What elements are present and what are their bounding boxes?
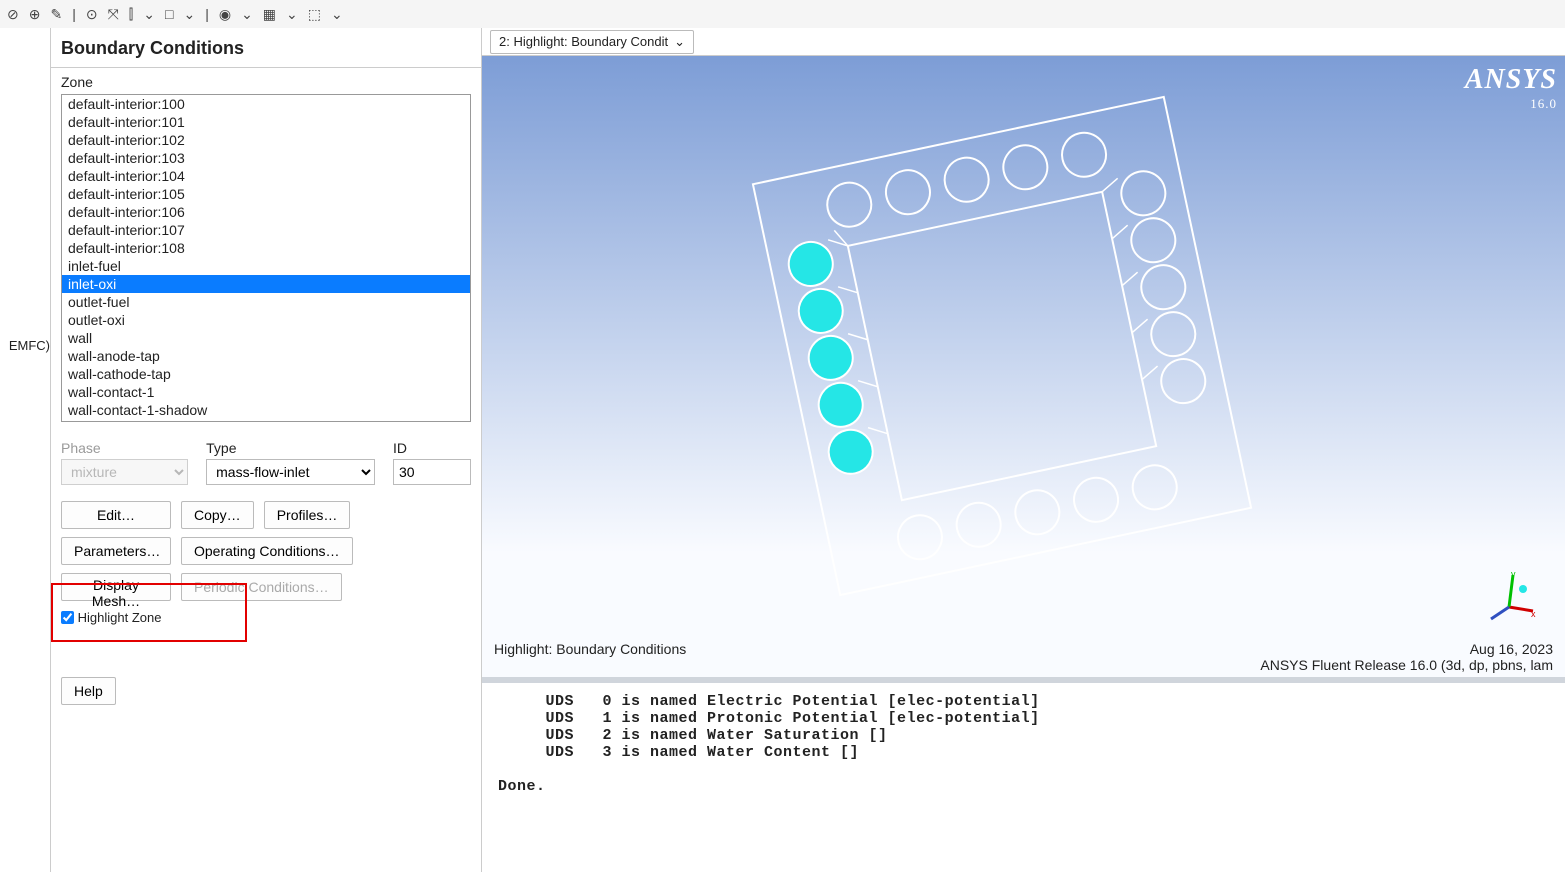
toolbar-icon[interactable]: ◉ bbox=[216, 6, 234, 23]
boundary-conditions-panel: Boundary Conditions Zone default-interio… bbox=[50, 28, 482, 872]
viewport-footer-date: Aug 16, 2023 bbox=[1260, 641, 1553, 657]
toolbar-icon[interactable]: ⫿ bbox=[126, 6, 136, 23]
toolbar-icon[interactable]: ⊕ bbox=[26, 6, 44, 23]
id-label: ID bbox=[393, 440, 471, 456]
svg-text:x: x bbox=[1531, 609, 1536, 619]
chevron-down-icon[interactable]: ⌄ bbox=[328, 6, 346, 23]
toolbar-icon[interactable]: ⊙ bbox=[83, 6, 101, 23]
geometry-render bbox=[722, 86, 1282, 646]
zone-item[interactable]: wall-anode-tap bbox=[62, 347, 470, 365]
zone-item[interactable]: default-interior:104 bbox=[62, 167, 470, 185]
zone-item[interactable]: default-interior:102 bbox=[62, 131, 470, 149]
toolbar-icon[interactable]: ⤧ bbox=[105, 6, 122, 23]
ansys-brand: ANSYS 16.0 bbox=[1465, 64, 1557, 112]
zone-item[interactable]: inlet-oxi bbox=[62, 275, 470, 293]
edit-button[interactable]: Edit… bbox=[61, 501, 171, 529]
viewport-footer: Highlight: Boundary Conditions Aug 16, 2… bbox=[494, 641, 1553, 673]
periodic-conditions-button: Periodic Conditions… bbox=[181, 573, 342, 601]
tree-item-label: EMFC) bbox=[9, 338, 50, 353]
zone-item[interactable]: wall bbox=[62, 329, 470, 347]
highlight-zone-checkbox-wrap[interactable]: Highlight Zone bbox=[61, 609, 161, 624]
zone-label: Zone bbox=[51, 68, 481, 92]
chevron-down-icon: ⌄ bbox=[674, 34, 685, 50]
help-button[interactable]: Help bbox=[61, 677, 116, 705]
view-selector-bar: 2: Highlight: Boundary Condit ⌄ bbox=[482, 28, 1565, 56]
view-selector-label: 2: Highlight: Boundary Condit bbox=[499, 34, 668, 49]
ansys-version: 16.0 bbox=[1465, 96, 1557, 112]
zone-item[interactable]: wall-contact-1-shadow bbox=[62, 401, 470, 419]
operating-conditions-button[interactable]: Operating Conditions… bbox=[181, 537, 353, 565]
zone-item[interactable]: outlet-oxi bbox=[62, 311, 470, 329]
toolbar-icon[interactable]: ⊘ bbox=[4, 6, 22, 23]
top-toolbar: ⊘ ⊕ ✎ | ⊙ ⤧ ⫿ ⌄ □ ⌄ | ◉ ⌄ ▦ ⌄ ⬚ ⌄ bbox=[0, 0, 1565, 28]
axis-triad-icon: x y bbox=[1481, 567, 1537, 623]
id-field[interactable] bbox=[393, 459, 471, 485]
zone-item[interactable]: default-interior:107 bbox=[62, 221, 470, 239]
zone-item[interactable]: wall-contact-1 bbox=[62, 383, 470, 401]
zone-item[interactable]: outlet-fuel bbox=[62, 293, 470, 311]
toolbar-icon[interactable]: ⬚ bbox=[305, 6, 324, 23]
highlight-zone-label: Highlight Zone bbox=[78, 610, 162, 625]
copy-button[interactable]: Copy… bbox=[181, 501, 254, 529]
zone-item[interactable]: inlet-fuel bbox=[62, 257, 470, 275]
panel-title: Boundary Conditions bbox=[51, 28, 481, 68]
viewport-footer-version: ANSYS Fluent Release 16.0 (3d, dp, pbns,… bbox=[1260, 657, 1553, 673]
console-output[interactable]: UDS 0 is named Electric Potential [elec-… bbox=[482, 677, 1565, 872]
toolbar-sep: | bbox=[202, 6, 212, 22]
zone-listbox[interactable]: default-interior:100default-interior:101… bbox=[61, 94, 471, 422]
chevron-down-icon[interactable]: ⌄ bbox=[140, 6, 158, 23]
graphics-window[interactable]: ANSYS 16.0 bbox=[482, 56, 1565, 677]
zone-item[interactable]: default-interior:101 bbox=[62, 113, 470, 131]
toolbar-icon[interactable]: ▦ bbox=[260, 6, 279, 23]
zone-item[interactable]: wall-cathode-tap bbox=[62, 365, 470, 383]
parameters-button[interactable]: Parameters… bbox=[61, 537, 171, 565]
zone-item[interactable]: default-interior:105 bbox=[62, 185, 470, 203]
view-selector[interactable]: 2: Highlight: Boundary Condit ⌄ bbox=[490, 30, 694, 54]
phase-select: mixture bbox=[61, 459, 188, 485]
toolbar-icon[interactable]: □ bbox=[162, 6, 176, 22]
phase-label: Phase bbox=[61, 440, 188, 456]
type-select[interactable]: mass-flow-inlet bbox=[206, 459, 375, 485]
type-label: Type bbox=[206, 440, 375, 456]
highlight-zone-checkbox[interactable] bbox=[61, 611, 74, 624]
toolbar-sep: | bbox=[69, 6, 79, 22]
chevron-down-icon[interactable]: ⌄ bbox=[238, 6, 256, 23]
chevron-down-icon[interactable]: ⌄ bbox=[283, 6, 301, 23]
right-pane: 2: Highlight: Boundary Condit ⌄ ANSYS 16… bbox=[482, 28, 1565, 872]
svg-text:y: y bbox=[1511, 569, 1516, 579]
ansys-logo: ANSYS bbox=[1465, 64, 1557, 96]
tree-stub: EMFC) bbox=[0, 28, 50, 872]
zone-item[interactable]: default-interior:106 bbox=[62, 203, 470, 221]
viewport-footer-left: Highlight: Boundary Conditions bbox=[494, 641, 686, 673]
chevron-down-icon[interactable]: ⌄ bbox=[180, 6, 198, 23]
display-mesh-button[interactable]: Display Mesh… bbox=[61, 573, 171, 601]
zone-item[interactable]: default-interior:108 bbox=[62, 239, 470, 257]
profiles-button[interactable]: Profiles… bbox=[264, 501, 351, 529]
toolbar-icon[interactable]: ✎ bbox=[47, 6, 65, 23]
zone-item[interactable]: default-interior:103 bbox=[62, 149, 470, 167]
zone-item[interactable]: default-interior:100 bbox=[62, 95, 470, 113]
